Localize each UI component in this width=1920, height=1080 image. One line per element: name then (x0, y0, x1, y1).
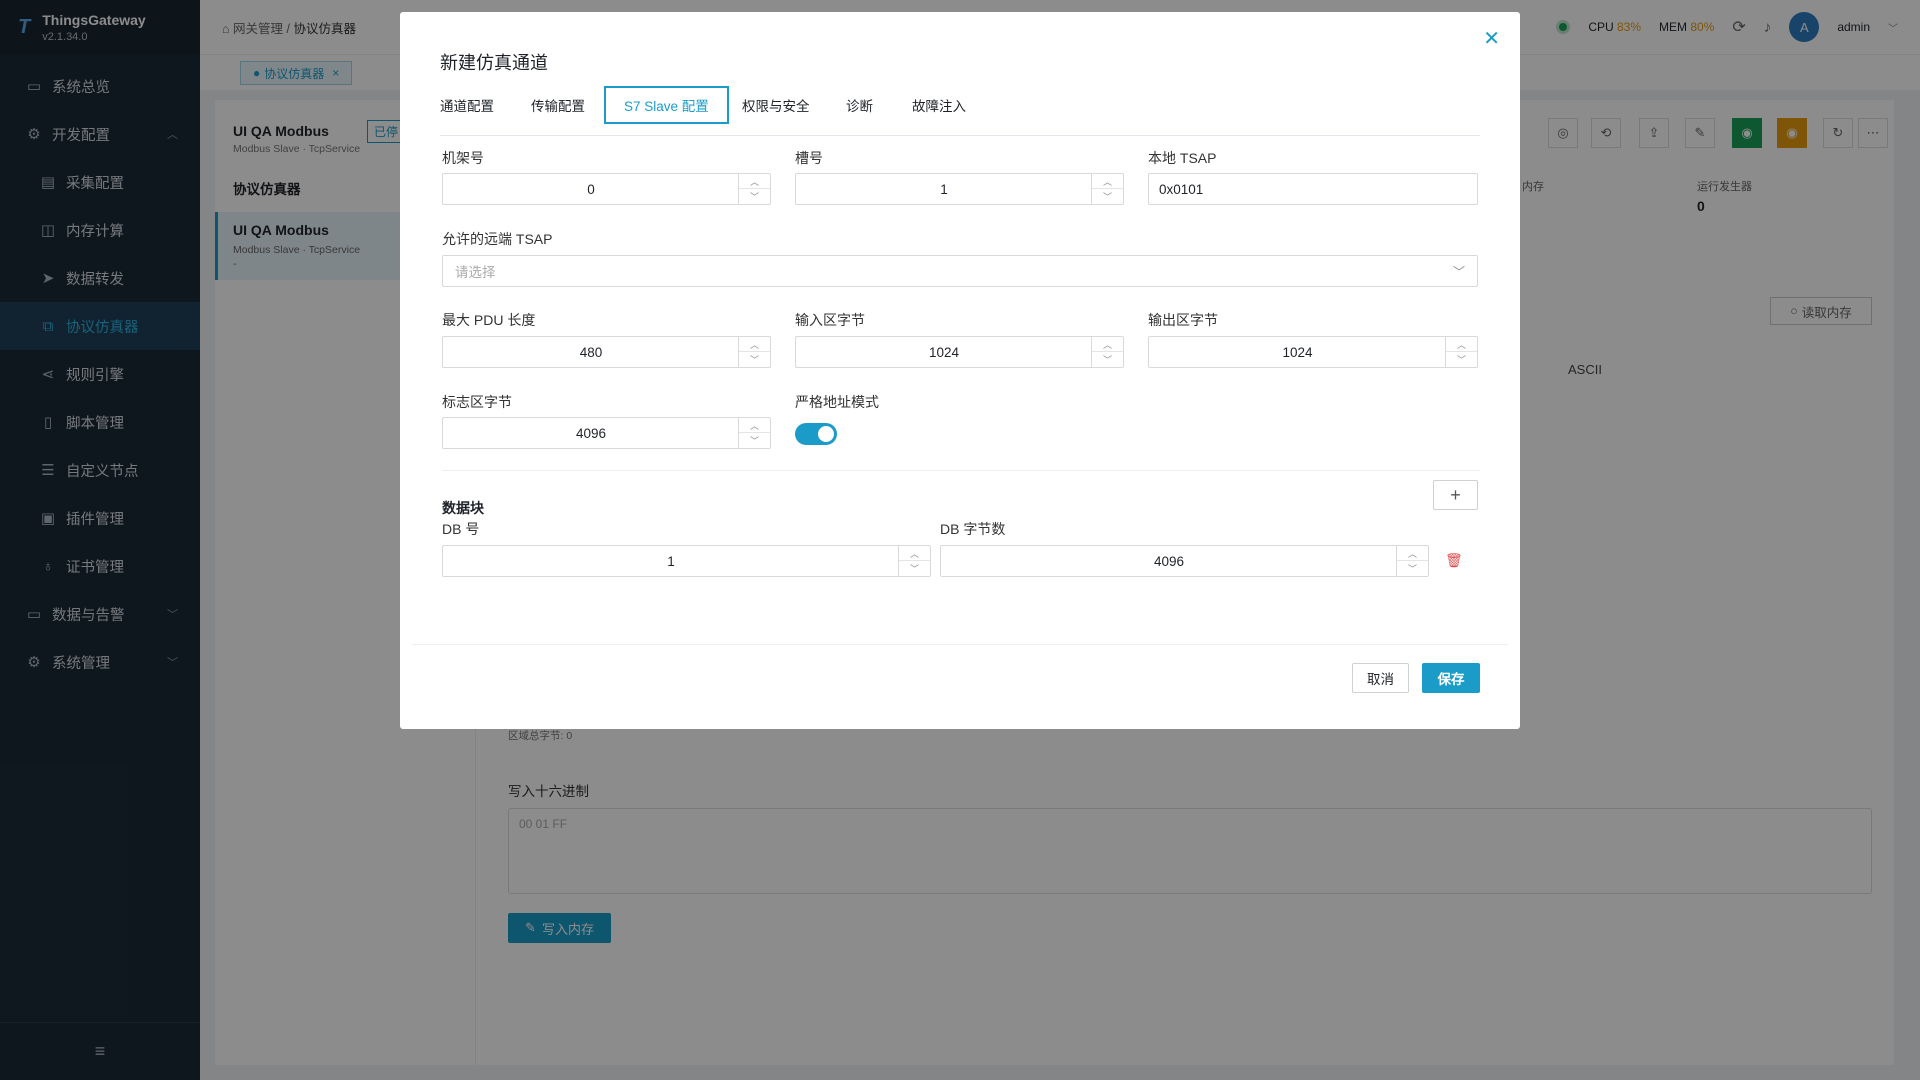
output-bytes-value: 1024 (1282, 344, 1313, 360)
flag-bytes-input[interactable]: 4096 ︿ ﹀ (442, 417, 771, 449)
max-pdu-value: 480 (579, 344, 603, 360)
tab-fault-injection[interactable]: 故障注入 (912, 86, 966, 124)
rack-stepper[interactable]: ︿ ﹀ (738, 174, 770, 204)
chevron-up-icon[interactable]: ︿ (739, 174, 770, 189)
chevron-down-icon: ﹀ (1452, 265, 1465, 279)
flag-bytes-stepper[interactable]: ︿ ﹀ (738, 418, 770, 448)
data-block-title: 数据块 (442, 500, 484, 516)
db-number-stepper[interactable]: ︿ ﹀ (898, 546, 930, 576)
rack-value: 0 (587, 181, 595, 197)
remote-tsap-placeholder: 请选择 (455, 265, 496, 280)
slot-label: 槽号 (795, 150, 823, 166)
divider (442, 470, 1480, 471)
delete-icon[interactable]: 🗑 (1445, 552, 1463, 569)
output-bytes-stepper[interactable]: ︿ ﹀ (1445, 337, 1477, 367)
db-number-value: 1 (667, 553, 675, 569)
db-number-label: DB 号 (442, 521, 480, 537)
db-bytes-stepper[interactable]: ︿ ﹀ (1396, 546, 1428, 576)
local-tsap-input[interactable]: 0x0101 (1148, 173, 1478, 205)
output-bytes-label: 输出区字节 (1148, 312, 1218, 328)
toggle-knob (818, 426, 834, 442)
input-bytes-input[interactable]: 1024 ︿ ﹀ (795, 336, 1124, 368)
flag-bytes-value: 4096 (575, 425, 607, 441)
dialog-tabs: 通道配置 传输配置 S7 Slave 配置 权限与安全 诊断 故障注入 (440, 86, 1480, 136)
tab-channel-config[interactable]: 通道配置 (440, 86, 494, 124)
chevron-down-icon[interactable]: ﹀ (739, 352, 770, 367)
chevron-up-icon[interactable]: ︿ (739, 337, 770, 352)
chevron-up-icon[interactable]: ︿ (1092, 174, 1123, 189)
strict-mode-toggle[interactable] (795, 423, 837, 445)
add-data-block-button[interactable]: + (1433, 480, 1478, 510)
cancel-button[interactable]: 取消 (1352, 663, 1409, 693)
rack-input[interactable]: 0 ︿ ﹀ (442, 173, 771, 205)
strict-mode-label: 严格地址模式 (795, 394, 879, 410)
remote-tsap-label: 允许的远端 TSAP (442, 231, 553, 247)
max-pdu-stepper[interactable]: ︿ ﹀ (738, 337, 770, 367)
db-bytes-label: DB 字节数 (940, 521, 1006, 537)
chevron-up-icon[interactable]: ︿ (1446, 337, 1477, 352)
chevron-up-icon[interactable]: ︿ (1092, 337, 1123, 352)
tab-diagnostics[interactable]: 诊断 (846, 86, 873, 124)
slot-stepper[interactable]: ︿ ﹀ (1091, 174, 1123, 204)
plus-icon: + (1450, 484, 1461, 505)
input-bytes-value: 1024 (928, 344, 960, 360)
db-bytes-input[interactable]: 4096 ︿ ﹀ (940, 545, 1429, 577)
save-button[interactable]: 保存 (1422, 663, 1480, 693)
max-pdu-label: 最大 PDU 长度 (442, 312, 536, 328)
chevron-down-icon[interactable]: ﹀ (1397, 561, 1428, 576)
slot-input[interactable]: 1 ︿ ﹀ (795, 173, 1124, 205)
chevron-up-icon[interactable]: ︿ (1397, 546, 1428, 561)
local-tsap-label: 本地 TSAP (1148, 150, 1217, 166)
tab-permission-security[interactable]: 权限与安全 (742, 86, 810, 124)
chevron-down-icon[interactable]: ﹀ (1092, 352, 1123, 367)
chevron-down-icon[interactable]: ﹀ (1446, 352, 1477, 367)
chevron-down-icon[interactable]: ﹀ (739, 433, 770, 448)
remote-tsap-select[interactable]: 请选择 ﹀ (442, 255, 1478, 287)
dialog-title: 新建仿真通道 (440, 53, 548, 73)
flag-bytes-label: 标志区字节 (442, 394, 512, 410)
footer-divider (412, 644, 1508, 645)
chevron-down-icon[interactable]: ﹀ (1092, 189, 1123, 204)
input-bytes-stepper[interactable]: ︿ ﹀ (1091, 337, 1123, 367)
new-channel-dialog: ✕ 新建仿真通道 通道配置 传输配置 S7 Slave 配置 权限与安全 诊断 … (400, 12, 1520, 729)
db-number-input[interactable]: 1 ︿ ﹀ (442, 545, 931, 577)
input-bytes-label: 输入区字节 (795, 312, 865, 328)
tab-s7-slave-config[interactable]: S7 Slave 配置 (604, 86, 729, 124)
chevron-down-icon[interactable]: ﹀ (739, 189, 770, 204)
max-pdu-input[interactable]: 480 ︿ ﹀ (442, 336, 771, 368)
slot-value: 1 (940, 181, 948, 197)
rack-label: 机架号 (442, 150, 484, 166)
output-bytes-input[interactable]: 1024 ︿ ﹀ (1148, 336, 1478, 368)
chevron-down-icon[interactable]: ﹀ (899, 561, 930, 576)
db-bytes-value: 4096 (1153, 553, 1185, 569)
close-icon[interactable]: ✕ (1483, 26, 1500, 51)
chevron-up-icon[interactable]: ︿ (899, 546, 930, 561)
tab-transport-config[interactable]: 传输配置 (531, 86, 585, 124)
chevron-up-icon[interactable]: ︿ (739, 418, 770, 433)
